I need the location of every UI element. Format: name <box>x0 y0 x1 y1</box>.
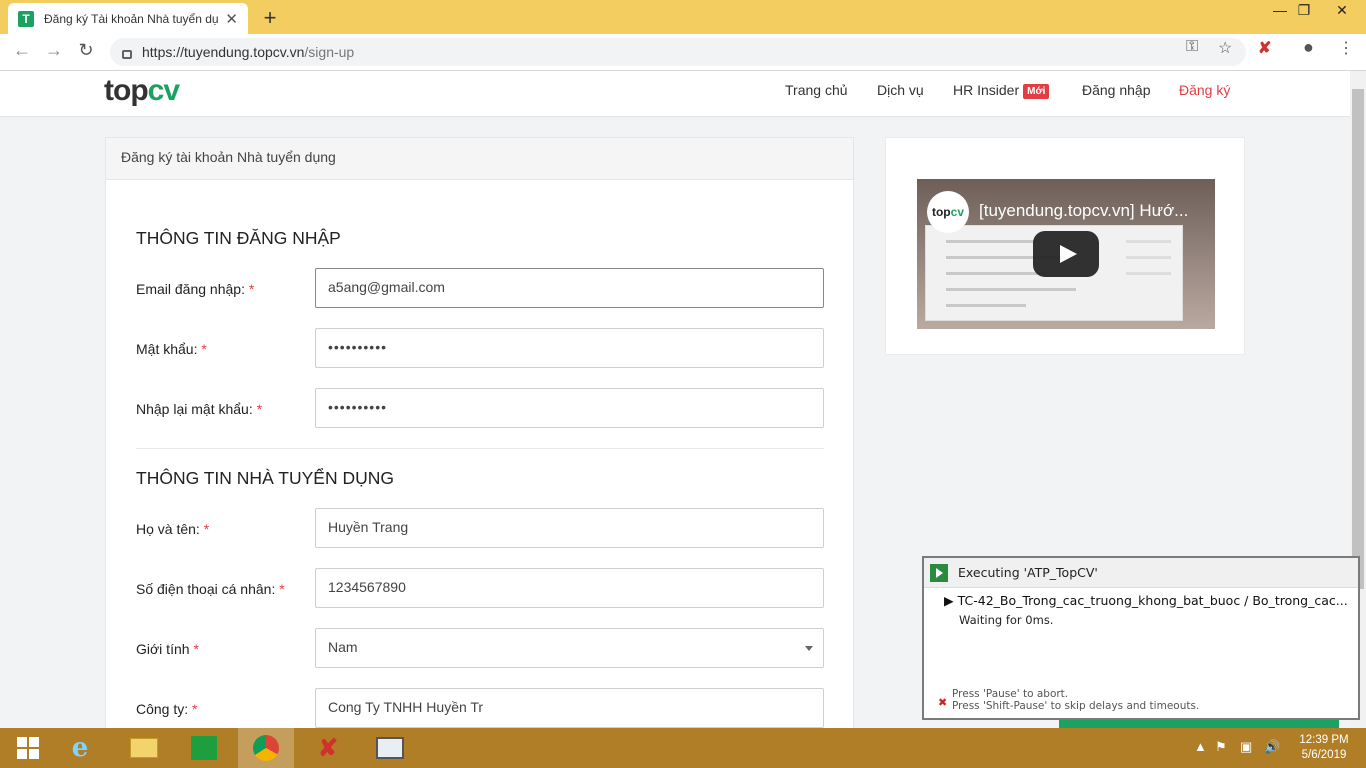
video-card: top cv [tuyendung.topcv.vn] Hướ... <box>885 137 1245 355</box>
chevron-down-icon <box>805 646 813 651</box>
action-center-flag-icon[interactable]: ⚑ <box>1215 739 1227 755</box>
password-field[interactable]: •••••••••• <box>315 328 824 368</box>
minimize-button[interactable]: — <box>1267 2 1293 18</box>
chrome-icon[interactable] <box>238 728 294 768</box>
nav-signup-link[interactable]: Đăng ký <box>1179 82 1230 98</box>
page-footer-strip <box>1059 720 1339 728</box>
windows-logo-icon <box>17 737 39 759</box>
url-text: https://tuyendung.topcv.vn/sign-up <box>142 44 355 60</box>
signup-form-card: Đăng ký tài khoản Nhà tuyển dụng THÔNG T… <box>105 137 854 728</box>
new-badge: Mới <box>1023 84 1050 99</box>
nav-services-link[interactable]: Dịch vụ <box>877 82 924 98</box>
employer-info-heading: THÔNG TIN NHÀ TUYỂN DỤNG <box>136 468 394 488</box>
tab-close-icon[interactable]: ✕ <box>225 10 238 28</box>
topcv-favicon-icon: T <box>18 10 34 27</box>
address-bar[interactable]: https://tuyendung.topcv.vn/sign-up <box>110 38 1246 66</box>
katalon-play-icon <box>930 563 948 582</box>
start-button[interactable] <box>0 728 56 768</box>
play-icon[interactable] <box>1033 231 1099 277</box>
katalon-extension-icon[interactable]: ✘ <box>1258 38 1271 58</box>
katalon-recorder-icon[interactable]: ✘ <box>300 728 356 768</box>
popup-header: Executing 'ATP_TopCV' <box>924 558 1358 588</box>
key-icon[interactable]: ⚿ <box>1186 38 1198 56</box>
password-label: Mật khẩu: * <box>136 341 207 357</box>
video-title[interactable]: [tuyendung.topcv.vn] Hướ... <box>979 201 1188 221</box>
fullname-label: Họ và tên: * <box>136 521 210 537</box>
app-window-icon[interactable] <box>362 728 418 768</box>
gender-selected-value: Nam <box>328 639 358 655</box>
store-icon[interactable] <box>176 728 232 768</box>
hint-pause: Press 'Pause' to abort. <box>952 688 1069 700</box>
password-confirm-field[interactable]: •••••••••• <box>315 388 824 428</box>
youtube-video-embed[interactable]: top cv [tuyendung.topcv.vn] Hướ... <box>917 179 1215 329</box>
topcv-logo[interactable]: topcv <box>104 74 180 108</box>
tab-title: Đăng ký Tài khoản Nhà tuyển dụ <box>44 11 219 26</box>
file-explorer-icon[interactable] <box>116 728 172 768</box>
clock-date: 5/6/2019 <box>1301 749 1347 761</box>
gender-label: Giới tính * <box>136 641 199 657</box>
site-header: topcv Trang chủ Dịch vụ HR Insider Mới Đă… <box>0 71 1350 117</box>
popup-header-text: Executing 'ATP_TopCV' <box>958 565 1098 580</box>
fullname-field[interactable]: Huyền Trang <box>315 508 824 548</box>
menu-icon[interactable]: ⋮ <box>1338 38 1354 58</box>
error-icon: ✖ <box>938 696 948 709</box>
network-icon[interactable]: ▣ <box>1240 739 1252 755</box>
company-field[interactable]: Cong Ty TNHH Huyền Tr <box>315 688 824 728</box>
forward-icon[interactable]: → <box>42 40 66 61</box>
browser-tab[interactable]: T Đăng ký Tài khoản Nhà tuyển dụ ✕ <box>8 3 248 34</box>
close-window-button[interactable]: ✕ <box>1318 2 1366 19</box>
profile-icon[interactable]: ● <box>1303 37 1314 58</box>
browser-toolbar: ← → ↻ https://tuyendung.topcv.vn/sign-up… <box>0 34 1366 71</box>
phone-field[interactable]: 1234567890 <box>315 568 824 608</box>
login-info-heading: THÔNG TIN ĐĂNG NHẬP <box>136 228 341 248</box>
nav-login-link[interactable]: Đăng nhập <box>1082 82 1151 98</box>
lock-icon <box>122 49 132 59</box>
hr-insider-label: HR Insider <box>953 82 1020 98</box>
email-field[interactable]: a5ang@gmail.com <box>315 268 824 308</box>
password-confirm-label: Nhập lại mật khẩu: * <box>136 401 263 417</box>
email-label: Email đăng nhập: * <box>136 281 255 297</box>
show-hidden-icons[interactable]: ▲ <box>1194 739 1207 754</box>
company-label: Công ty: * <box>136 701 198 717</box>
clock-time: 12:39 PM <box>1299 734 1349 746</box>
hint-shift-pause: Press 'Shift-Pause' to skip delays and t… <box>952 700 1200 712</box>
internet-explorer-icon[interactable]: e <box>52 728 108 768</box>
browser-tab-strip: T Đăng ký Tài khoản Nhà tuyển dụ ✕ + — ❐… <box>0 0 1366 34</box>
restore-button[interactable]: ❐ <box>1291 2 1317 19</box>
windows-taskbar: e ✘ ▲ ⚑ ▣ 🔊 12:39 PM 5/6/2019 <box>0 728 1366 768</box>
section-divider <box>136 448 824 449</box>
katalon-execution-popup: Executing 'ATP_TopCV' ▶ TC-42_Bo_Trong_c… <box>922 556 1360 720</box>
scrollbar-thumb[interactable] <box>1352 89 1364 589</box>
nav-hr-insider-link[interactable]: HR Insider Mới <box>953 82 1050 99</box>
new-tab-button[interactable]: + <box>258 5 282 31</box>
expand-arrow-icon: ▶ <box>944 593 958 608</box>
taskbar-clock[interactable]: 12:39 PM 5/6/2019 <box>1296 733 1352 763</box>
back-icon[interactable]: ← <box>10 40 34 61</box>
reload-icon[interactable]: ↻ <box>74 40 98 61</box>
status-text: Waiting for 0ms. <box>959 613 1054 627</box>
card-title: Đăng ký tài khoản Nhà tuyển dụng <box>106 138 853 180</box>
phone-label: Số điện thoại cá nhân: * <box>136 581 285 597</box>
nav-home-link[interactable]: Trang chủ <box>785 82 848 98</box>
channel-logo: top cv <box>927 191 969 233</box>
gender-select[interactable]: Nam <box>315 628 824 668</box>
test-case-row: ▶ TC-42_Bo_Trong_cac_truong_khong_bat_bu… <box>944 593 1348 608</box>
bookmark-star-icon[interactable]: ☆ <box>1218 38 1232 58</box>
volume-icon[interactable]: 🔊 <box>1264 739 1280 755</box>
